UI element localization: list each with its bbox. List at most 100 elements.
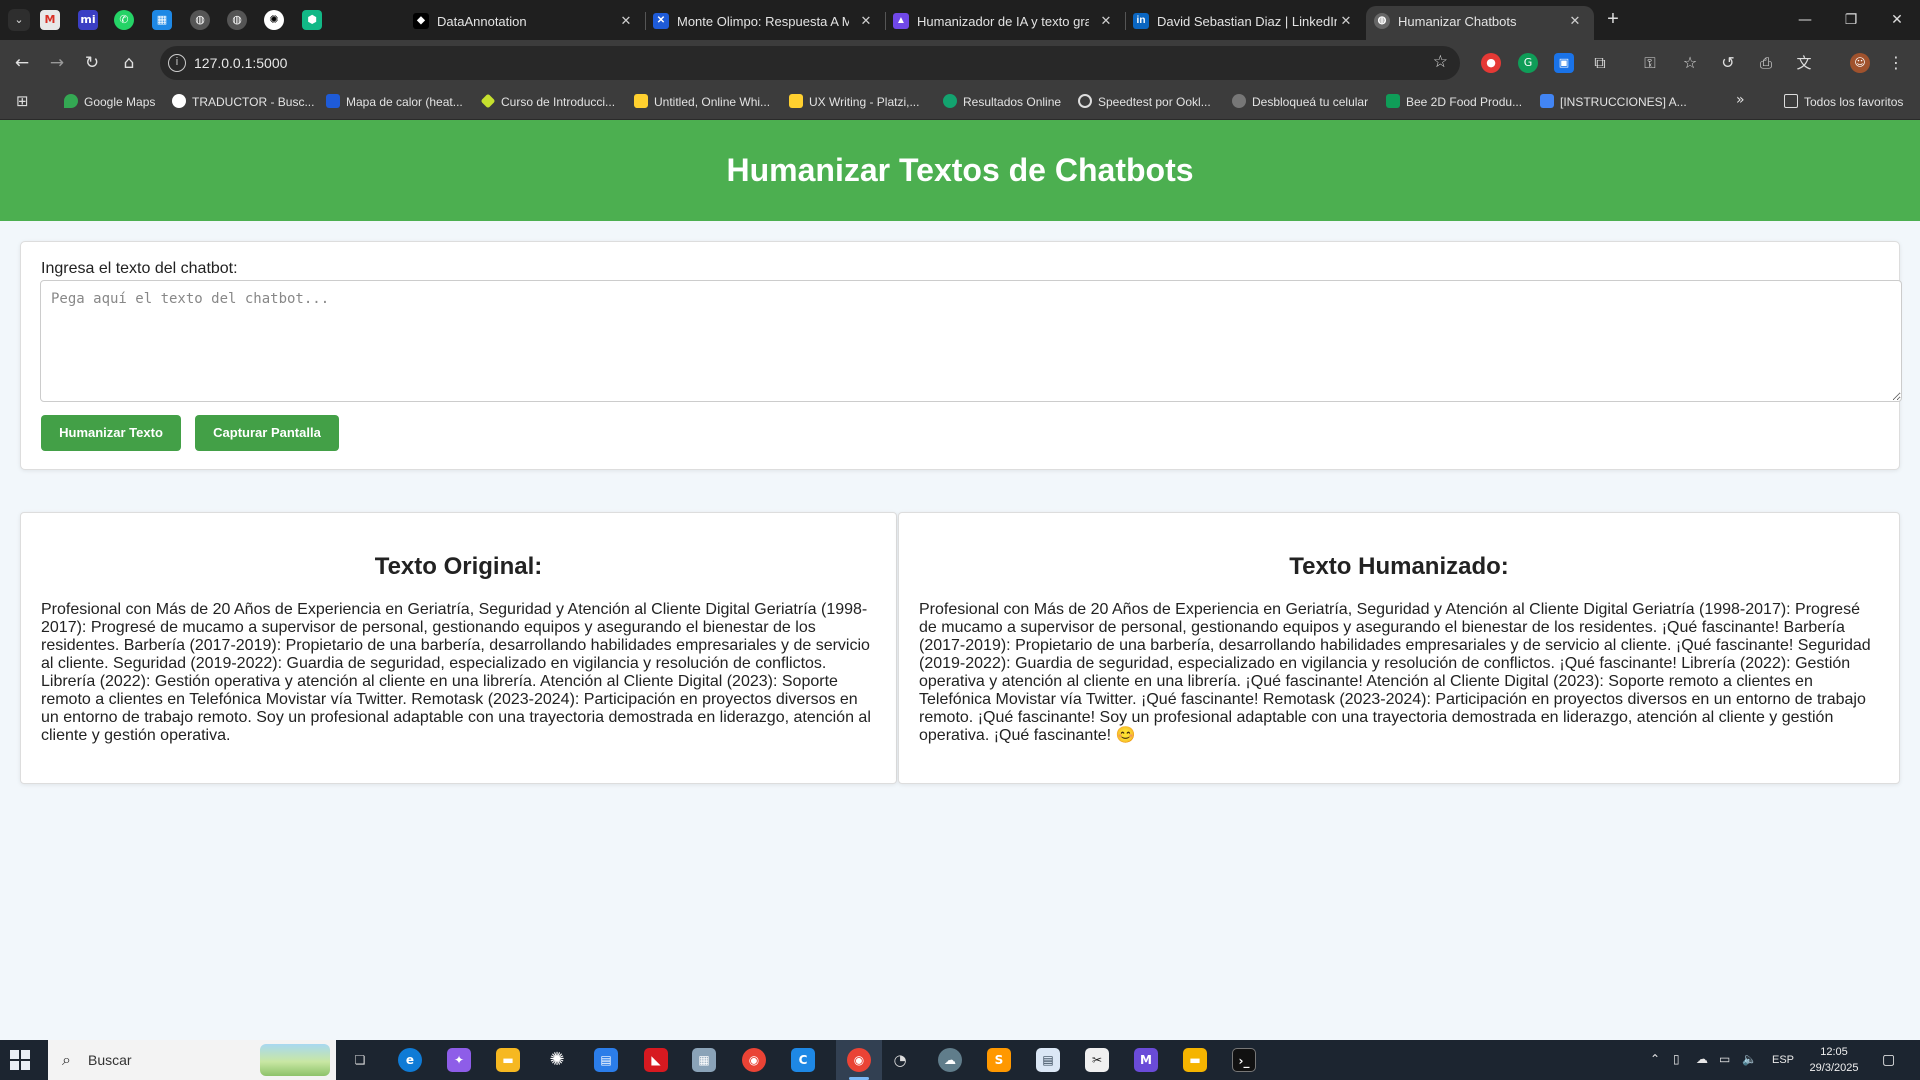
edge-icon[interactable]: e (398, 1048, 422, 1072)
print-icon[interactable]: ⎙ (1756, 53, 1776, 73)
speedometer-app-icon[interactable]: ◔ (888, 1048, 912, 1072)
bookmark-miro[interactable]: Untitled, Online Whi... (634, 94, 770, 112)
tab-humanizador-ia[interactable]: ▲ Humanizador de IA y texto grat ✕ (885, 6, 1125, 40)
close-tab-icon[interactable]: ✕ (1097, 12, 1115, 30)
openai-pinned-tab-icon[interactable]: ✺ (264, 10, 284, 30)
close-tab-icon[interactable]: ✕ (857, 12, 875, 30)
diamond-icon (480, 93, 496, 109)
menu-kebab-icon[interactable]: ⋮ (1886, 53, 1906, 73)
bookmark-bee-2d[interactable]: Bee 2D Food Produ... (1386, 94, 1522, 112)
chatgpt-icon[interactable]: ✺ (545, 1048, 569, 1072)
close-tab-icon[interactable]: ✕ (617, 12, 635, 30)
address-bar[interactable]: i 127.0.0.1:5000 ☆ (160, 46, 1460, 80)
bookmark-label: Resultados Online (963, 95, 1062, 109)
humanized-text-body: Profesional con Más de 20 Años de Experi… (919, 601, 1871, 744)
browser-tab-strip: ⌄ M mi ✆ ▦ ◍ ◍ ✺ ⬢ ◆ DataAnnotation ✕ ✕ … (0, 0, 1920, 40)
bookmark-traductor[interactable]: TRADUCTOR - Busc... (172, 94, 314, 112)
page-title: Humanizar Textos de Chatbots (726, 152, 1194, 188)
star-icon[interactable]: ☆ (1433, 52, 1448, 72)
all-bookmarks-folder[interactable]: Todos los favoritos (1784, 94, 1903, 112)
windows-start-icon[interactable] (10, 1050, 30, 1070)
amd-software-icon[interactable]: ◣ (644, 1048, 668, 1072)
address-url[interactable]: 127.0.0.1:5000 (194, 55, 287, 71)
windows-tool-icon[interactable]: ▦ (692, 1048, 716, 1072)
key-icon[interactable]: ⚿ (1640, 53, 1660, 73)
bookmark-mapa-calor[interactable]: Mapa de calor (heat... (326, 94, 463, 112)
bookmark-instrucciones[interactable]: [INSTRUCCIONES] A... (1540, 94, 1687, 112)
volume-icon[interactable]: 🔈 (1742, 1052, 1757, 1066)
network-icon[interactable]: ▭ (1719, 1052, 1730, 1066)
bookmark-resultados[interactable]: Resultados Online (943, 94, 1061, 112)
task-view-icon[interactable]: ❏ (348, 1048, 372, 1072)
tab-humanizar-chatbots[interactable]: ◍ Humanizar Chatbots ✕ (1366, 6, 1594, 40)
tray-chevron-up-icon[interactable]: ⌃ (1650, 1052, 1660, 1066)
mi-pinned-tab-icon[interactable]: mi (78, 10, 98, 30)
globe-pinned-tab-icon[interactable]: ◍ (190, 10, 210, 30)
onedrive-cloud-icon[interactable]: ☁ (1696, 1052, 1708, 1066)
bookmark-label: [INSTRUCCIONES] A... (1560, 95, 1687, 109)
reload-icon[interactable]: ↻ (80, 51, 104, 75)
tab-dataannotation[interactable]: ◆ DataAnnotation ✕ (405, 6, 645, 40)
grammarly-extension-icon[interactable]: G (1518, 53, 1538, 73)
tab-search-chevron-icon[interactable]: ⌄ (8, 9, 30, 31)
tab-linkedin[interactable]: in David Sebastian Diaz | LinkedIn ✕ (1125, 6, 1365, 40)
tab-title: Humanizador de IA y texto grat (917, 14, 1089, 29)
calendar-pinned-tab-icon[interactable]: ▦ (152, 10, 172, 30)
taskbar-clock[interactable]: 12:05 29/3/2025 (1800, 1044, 1868, 1076)
file-manager-icon[interactable]: ▬ (1183, 1048, 1207, 1072)
chrome-icon[interactable]: ◉ (847, 1048, 871, 1072)
sublime-text-icon[interactable]: S (987, 1048, 1011, 1072)
notifications-icon[interactable]: ▢ (1882, 1052, 1895, 1068)
humanize-button[interactable]: Humanizar Texto (41, 415, 181, 451)
minimize-window-icon[interactable]: — (1782, 0, 1828, 40)
bookmarks-star-icon[interactable]: ☆ (1680, 53, 1700, 73)
map-pin-icon (64, 94, 78, 108)
whatsapp-pinned-tab-icon[interactable]: ✆ (114, 10, 134, 30)
more-bookmarks-chevron-icon[interactable]: » (1736, 92, 1745, 110)
original-text-card: Texto Original: Profesional con Más de 2… (20, 512, 897, 784)
profile-avatar[interactable]: ☺ (1850, 53, 1870, 73)
restore-window-icon[interactable]: ❐ (1828, 0, 1874, 40)
translate-icon[interactable]: 文 (1794, 53, 1814, 73)
file-explorer-icon[interactable]: ▬ (496, 1048, 520, 1072)
adblock-extension-icon[interactable]: ● (1481, 53, 1501, 73)
history-icon[interactable]: ↺ (1718, 53, 1738, 73)
bookmark-speedtest[interactable]: Speedtest por Ookl... (1078, 94, 1211, 112)
notepad-icon[interactable]: ▤ (1036, 1048, 1060, 1072)
extension-square-icon[interactable]: ▣ (1554, 53, 1574, 73)
bookmark-ux-writing[interactable]: UX Writing - Platzi,... (789, 94, 919, 112)
close-tab-icon[interactable]: ✕ (1566, 12, 1584, 30)
snipping-tool-icon[interactable]: ✂ (1085, 1048, 1109, 1072)
home-icon[interactable]: ⌂ (117, 51, 141, 75)
chatbot-text-input[interactable] (40, 280, 1902, 402)
close-tab-icon[interactable]: ✕ (1337, 12, 1355, 30)
close-window-icon[interactable]: ✕ (1874, 0, 1920, 40)
original-text-body: Profesional con Más de 20 Años de Experi… (41, 601, 871, 744)
arrow-left-icon[interactable]: ← (10, 51, 34, 75)
bookmark-google-maps[interactable]: Google Maps (64, 94, 155, 112)
globe-pinned-tab-icon-2[interactable]: ◍ (227, 10, 247, 30)
c-app-icon[interactable]: C (791, 1048, 815, 1072)
page-header: Humanizar Textos de Chatbots (0, 120, 1920, 221)
tab-monte-olimpo[interactable]: ✕ Monte Olimpo: Respuesta A Má ✕ (645, 6, 885, 40)
terminal-icon[interactable]: ›_ (1232, 1048, 1256, 1072)
new-tab-plus-icon[interactable]: + (1601, 8, 1625, 32)
tray-device-icon[interactable]: ▯ (1673, 1052, 1680, 1066)
brain-app-icon[interactable]: ☁ (938, 1048, 962, 1072)
microsoft-store-icon[interactable]: ▤ (594, 1048, 618, 1072)
capture-screen-button[interactable]: Capturar Pantalla (195, 415, 339, 451)
taskbar-search-box[interactable]: ⌕ Buscar (48, 1040, 336, 1080)
site-info-icon[interactable]: i (168, 54, 186, 72)
arrow-right-icon[interactable]: → (45, 51, 69, 75)
extensions-puzzle-icon[interactable]: ⧉ (1590, 53, 1610, 73)
bookmark-label: Google Maps (84, 95, 156, 109)
bookmark-curso[interactable]: Curso de Introducci... (480, 93, 615, 112)
bookmark-desbloquea[interactable]: Desbloqueá tu celular (1232, 94, 1368, 112)
gmail-pinned-tab-icon[interactable]: M (40, 10, 60, 30)
copilot-icon[interactable]: ✦ (447, 1048, 471, 1072)
microsoft-365-icon[interactable]: M (1134, 1048, 1158, 1072)
apps-grid-icon[interactable]: ⊞ (16, 92, 29, 110)
language-indicator[interactable]: ESP (1772, 1054, 1794, 1066)
chrome-profile-icon[interactable]: ◉ (742, 1048, 766, 1072)
hexagon-pinned-tab-icon[interactable]: ⬢ (302, 10, 322, 30)
